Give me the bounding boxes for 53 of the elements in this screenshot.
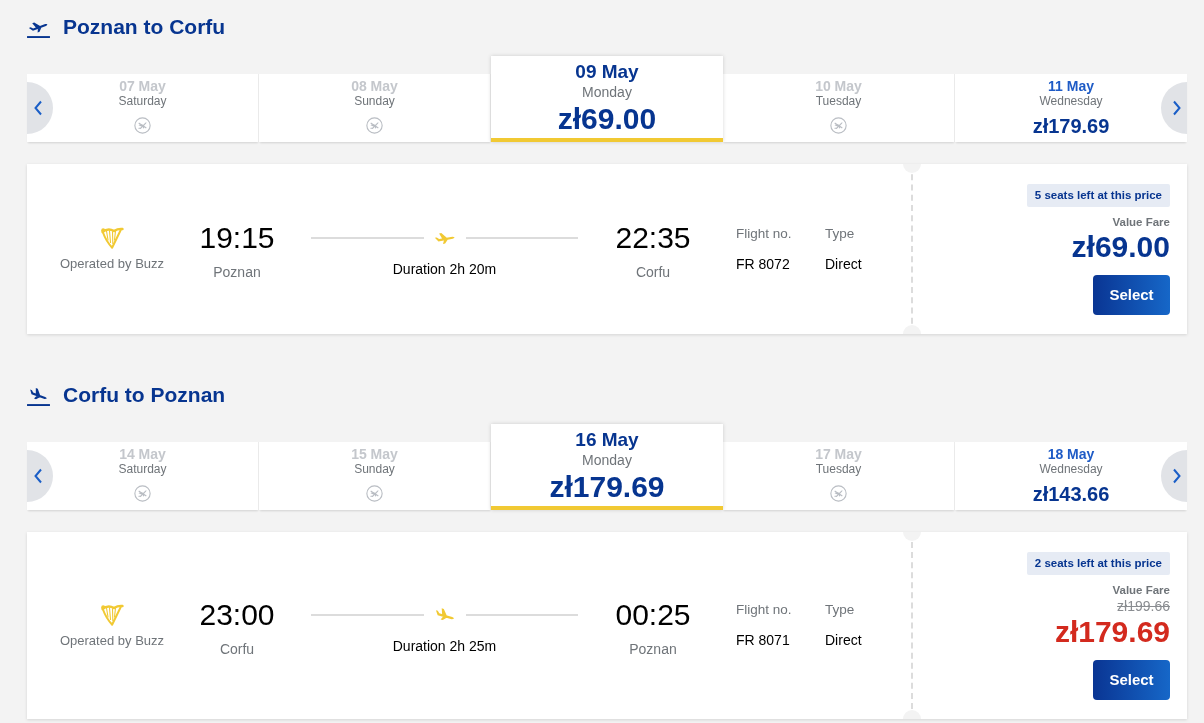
crossed-plane-icon xyxy=(830,485,847,502)
operator-label: Operated by Buzz xyxy=(59,632,165,649)
crossed-plane-icon xyxy=(134,117,151,134)
date-tab[interactable]: 14 May Saturday xyxy=(27,442,259,510)
arrival-city: Poznan xyxy=(629,639,677,658)
duration-label: Duration 2h 25m xyxy=(392,636,497,655)
chevron-left-icon xyxy=(32,100,43,116)
date-tab[interactable]: 10 May Tuesday xyxy=(723,74,955,142)
flight-type: Direct xyxy=(825,631,862,649)
arrival-time: 22:35 xyxy=(615,221,691,255)
crossed-plane-icon xyxy=(366,117,383,134)
harp-icon xyxy=(100,226,124,249)
fare-name: Value Fare xyxy=(1112,583,1170,598)
date-tab[interactable]: 08 May Sunday xyxy=(259,74,491,142)
crossed-plane-icon xyxy=(830,117,847,134)
arrival-time: 00:25 xyxy=(615,597,691,632)
crossed-plane-icon xyxy=(134,485,151,502)
flight-type-label: Type xyxy=(825,225,855,242)
flight-number: FR 8071 xyxy=(736,631,790,649)
old-price: zł199.66 xyxy=(1117,598,1170,615)
chevron-right-icon xyxy=(1171,468,1182,484)
duration-label: Duration 2h 20m xyxy=(392,260,497,278)
date-tab[interactable]: 07 May Saturday xyxy=(27,74,259,142)
select-button[interactable]: Select xyxy=(1093,275,1170,315)
flight-number: FR 8072 xyxy=(736,254,790,273)
fare-price: zł179.69 xyxy=(1054,615,1170,649)
chevron-left-icon xyxy=(32,468,43,484)
seats-left-badge: 2 seats left at this price xyxy=(1026,552,1170,575)
flight-number-label: Flight no. xyxy=(736,602,792,618)
departure-time: 19:15 xyxy=(199,221,275,255)
section-title: Corfu to Poznan xyxy=(63,382,226,408)
fare-price: zł69.00 xyxy=(1071,230,1170,264)
operator-label: Operated by Buzz xyxy=(59,256,165,272)
harp-icon xyxy=(100,602,124,626)
date-tab[interactable]: 17 May Tuesday xyxy=(723,442,955,510)
section-title: Poznan to Corfu xyxy=(63,14,226,40)
crossed-plane-icon xyxy=(366,485,383,502)
date-tab[interactable]: 11 May Wednesday zł179.69 xyxy=(955,74,1187,142)
arrival-city: Corfu xyxy=(635,263,671,281)
seats-left-badge: 5 seats left at this price xyxy=(1026,184,1170,207)
chevron-right-icon xyxy=(1171,100,1182,116)
departure-city: Poznan xyxy=(213,263,261,281)
departure-time: 23:00 xyxy=(199,597,275,632)
flight-number-label: Flight no. xyxy=(736,225,792,242)
departure-city: Corfu xyxy=(219,639,255,658)
select-button[interactable]: Select xyxy=(1093,660,1170,700)
date-tab[interactable]: 15 May Sunday xyxy=(259,442,491,510)
date-tab[interactable]: 16 May Monday zł179.69 xyxy=(491,424,723,510)
date-tab[interactable]: 09 May Monday zł69.00 xyxy=(491,56,723,142)
fare-name: Value Fare xyxy=(1112,215,1170,230)
flight-type-label: Type xyxy=(825,602,855,618)
date-tab[interactable]: 18 May Wednesday zł143.66 xyxy=(955,442,1187,510)
flight-type: Direct xyxy=(825,254,862,273)
